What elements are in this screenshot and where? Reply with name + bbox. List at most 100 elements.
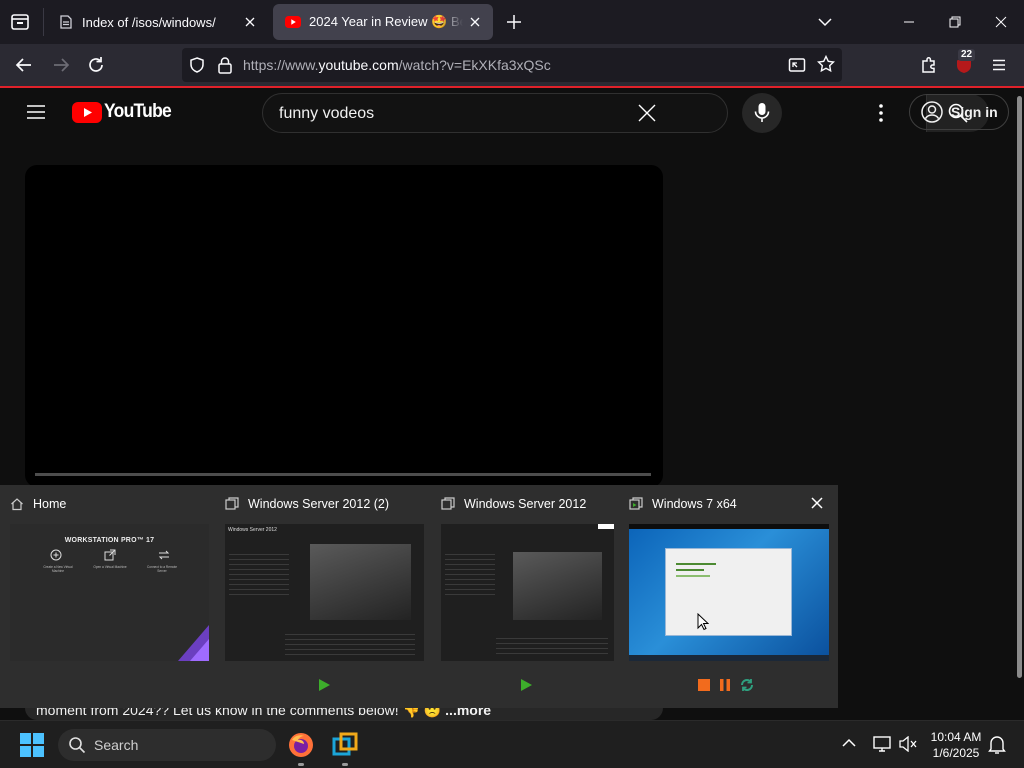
vm-details-list <box>496 634 608 658</box>
youtube-favicon-icon <box>285 14 301 30</box>
browser-nav-bar: https://www.youtube.com/watch?v=EkXKfa3x… <box>0 44 1024 86</box>
power-on-play-icon[interactable] <box>519 678 533 692</box>
notification-bell-icon[interactable] <box>988 735 1006 755</box>
firefox-taskbar-icon[interactable] <box>288 732 314 758</box>
action-label: Create a New Virtual Machine <box>43 565 73 573</box>
guide-menu-icon[interactable] <box>26 102 46 122</box>
video-player[interactable] <box>25 165 663 487</box>
youtube-logo-icon <box>72 101 102 123</box>
vm-thumbnail[interactable] <box>629 524 829 661</box>
close-tab-icon[interactable] <box>238 10 262 34</box>
vm-icon <box>441 497 455 510</box>
picture-in-picture-icon[interactable] <box>788 56 806 74</box>
network-icon[interactable] <box>872 735 892 753</box>
tab-title: Index of /isos/windows/ <box>82 14 216 30</box>
volume-muted-icon[interactable] <box>898 736 918 752</box>
close-window-button[interactable] <box>978 0 1024 44</box>
search-box[interactable]: funny vodeos <box>262 93 989 133</box>
account-icon <box>921 101 943 123</box>
forward-arrow-icon[interactable] <box>51 55 71 75</box>
hamburger-menu-icon[interactable] <box>990 56 1008 74</box>
vm-summary-title: Windows Server 2012 <box>228 527 277 533</box>
folder-page-icon <box>58 14 74 30</box>
vm-details-list <box>285 630 415 658</box>
extensions-puzzle-icon[interactable] <box>919 55 939 75</box>
vm-screen-preview <box>513 552 602 620</box>
vm-card-header: Home <box>10 495 66 513</box>
home-icon <box>11 498 23 511</box>
workstation-action-labels: Create a New Virtual Machine Open a Virt… <box>38 565 182 573</box>
vmware-workstation-taskbar-icon[interactable] <box>332 732 358 758</box>
page-scrollbar[interactable] <box>1017 96 1022 678</box>
vm-thumbnail[interactable] <box>441 524 614 661</box>
vm-card-title: Home <box>33 497 67 511</box>
back-arrow-icon[interactable] <box>14 55 34 75</box>
vm-device-list <box>229 550 289 598</box>
minimize-button[interactable] <box>886 0 932 44</box>
url-prefix: https://www. <box>243 57 319 73</box>
vm-card-title: Windows Server 2012 <box>464 497 587 511</box>
vm-card-windows-server-2012[interactable]: Windows Server 2012 <box>441 485 614 708</box>
url-text[interactable]: https://www.youtube.com/watch?v=EkXKfa3x… <box>243 57 551 73</box>
voice-search-button[interactable] <box>742 93 782 133</box>
show-hidden-icons-chevron-icon[interactable] <box>842 738 856 748</box>
sign-in-label: Sign in <box>951 104 998 120</box>
setup-dialog-window <box>665 548 792 636</box>
clear-search-icon[interactable] <box>637 103 657 123</box>
vm-icon <box>225 497 239 510</box>
running-indicator <box>342 763 348 766</box>
vm-card-windows-server-2012-2[interactable]: Windows Server 2012 (2) Windows Server 2… <box>225 485 425 708</box>
tracking-protection-shield-icon[interactable] <box>188 56 206 74</box>
search-input[interactable]: funny vodeos <box>279 105 374 123</box>
tab-index-of-isos[interactable]: Index of /isos/windows/ <box>46 4 268 40</box>
connect-server-icon <box>158 550 170 560</box>
restart-icon[interactable] <box>739 677 755 693</box>
action-label: Connect to a Remote Server <box>146 565 178 573</box>
system-clock[interactable]: 10:04 AM 1/6/2025 <box>924 729 988 761</box>
power-on-play-icon[interactable] <box>317 678 331 692</box>
list-all-tabs-chevron-icon[interactable] <box>817 15 833 29</box>
vm-thumbnail[interactable]: WORKSTATION PRO™ 17 Create a New Virtual… <box>10 524 209 661</box>
microphone-icon <box>754 103 770 122</box>
vm-card-header: Windows Server 2012 (2) <box>225 495 389 513</box>
clock-date: 1/6/2025 <box>932 746 980 760</box>
firefox-view-icon[interactable] <box>10 12 30 32</box>
mouse-cursor-icon <box>697 613 709 631</box>
new-tab-icon[interactable] <box>505 13 523 31</box>
sign-in-button[interactable]: Sign in <box>909 94 1009 130</box>
action-label: Open a Virtual Machine <box>93 565 127 569</box>
open-vm-icon <box>104 549 116 561</box>
vm-thumbnail[interactable]: Windows Server 2012 <box>225 524 424 661</box>
vm-card-windows-7-x64[interactable]: Windows 7 x64 <box>629 485 829 708</box>
windows-taskbar: Search 10:04 AM 1/6/2025 <box>0 720 1024 768</box>
tab-divider <box>43 8 44 36</box>
vm-screen-preview <box>310 544 411 620</box>
vmware-accent-graphic <box>178 625 209 661</box>
tab-youtube-video[interactable]: 2024 Year in Review 🤩 Best Fu <box>273 4 493 40</box>
vm-topbar <box>629 524 829 529</box>
lock-icon[interactable] <box>217 56 233 74</box>
stop-icon[interactable] <box>697 678 711 692</box>
restore-button[interactable] <box>932 0 978 44</box>
vm-card-home[interactable]: Home WORKSTATION PRO™ 17 Create a New Vi… <box>10 485 210 708</box>
reload-icon[interactable] <box>86 55 106 75</box>
youtube-logo[interactable]: YouTube <box>72 101 177 123</box>
vm-device-list <box>445 550 495 598</box>
start-windows-icon[interactable] <box>20 733 44 757</box>
taskbar-search-box[interactable]: Search <box>58 729 276 761</box>
vm-card-title: Windows 7 x64 <box>652 497 737 511</box>
vm-card-header: Windows Server 2012 <box>441 495 586 513</box>
pause-icon[interactable] <box>718 678 732 692</box>
close-tab-icon[interactable] <box>463 10 487 34</box>
vm-card-header: Windows 7 x64 <box>629 495 737 513</box>
bookmark-star-icon[interactable] <box>817 55 835 73</box>
vmware-taskbar-preview: Home WORKSTATION PRO™ 17 Create a New Vi… <box>0 485 838 708</box>
video-progress-bar[interactable] <box>35 473 651 476</box>
win7-taskbar <box>629 655 829 661</box>
vm-titlebar-fragment <box>598 524 614 529</box>
vm-controls <box>317 676 331 694</box>
close-preview-icon[interactable] <box>810 496 824 510</box>
vm-card-title: Windows Server 2012 (2) <box>248 497 390 511</box>
more-options-icon[interactable] <box>871 102 891 124</box>
url-bar[interactable]: https://www.youtube.com/watch?v=EkXKfa3x… <box>182 48 842 82</box>
